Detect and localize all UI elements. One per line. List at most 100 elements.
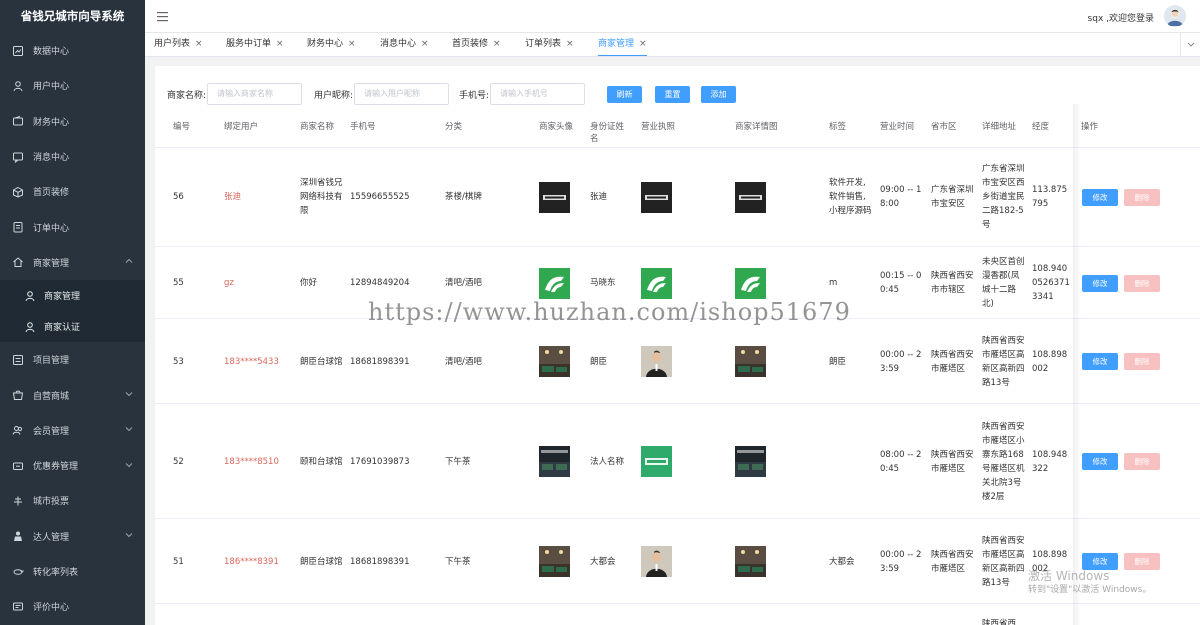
cell-address: 广东省深圳市宝安区西乡街道宝民二路182-5号 [982, 164, 1025, 230]
tab-7[interactable]: 商家管理 × [598, 33, 647, 56]
merchant-detail-image[interactable] [735, 446, 766, 477]
reset-button[interactable]: 重置 [655, 86, 690, 103]
close-icon[interactable]: × [421, 39, 429, 49]
edit-button[interactable]: 修改 [1082, 188, 1118, 206]
sidebar-subitem-1[interactable]: 商家管理 [0, 280, 145, 311]
sidebar-item-12[interactable]: 城市投票 [0, 483, 145, 518]
refresh-button[interactable]: 刷新 [607, 86, 642, 103]
nickname-input[interactable]: 请输入用户昵称 [354, 83, 449, 105]
business-license-image[interactable] [641, 446, 672, 477]
merchant-name-label: 商家名称: [167, 91, 207, 101]
cell-tag: 软件开发,软件销售,小程序源码 [829, 178, 872, 216]
merchant-avatar-image[interactable] [539, 546, 570, 577]
sidebar-item-label: 用户中心 [33, 82, 70, 93]
app-title: 省钱兄城市向导系统 [0, 0, 145, 33]
sidebar-item-8[interactable]: 项目管理 [0, 342, 145, 377]
cell-user[interactable]: gz [224, 276, 294, 290]
edit-button[interactable]: 修改 [1082, 274, 1118, 292]
sidebar-item-label: 转化率列表 [33, 568, 79, 578]
menu-toggle-icon[interactable] [157, 11, 168, 22]
merchant-avatar-image[interactable] [539, 446, 570, 477]
merchant-detail-image[interactable] [735, 181, 766, 213]
sidebar-subitem-2[interactable]: 商家认证 [0, 311, 145, 342]
business-license-image[interactable] [641, 346, 672, 377]
merchant-detail-image[interactable] [735, 546, 766, 577]
cell-user[interactable]: 186****8391 [224, 555, 294, 569]
business-license-image[interactable] [641, 267, 672, 299]
cell-phone: 12894849204 [350, 278, 410, 288]
close-icon[interactable]: × [195, 39, 203, 49]
tab-5[interactable]: 首页装修 × [452, 33, 501, 56]
delete-button[interactable]: 删除 [1124, 274, 1160, 292]
close-icon[interactable]: × [276, 39, 284, 49]
table-row: 陕西省西 [155, 604, 1200, 625]
close-icon[interactable]: × [566, 39, 574, 49]
delete-button[interactable]: 删除 [1124, 553, 1160, 570]
tabs-dropdown[interactable] [1180, 33, 1200, 56]
merchant-detail-image[interactable] [735, 267, 766, 299]
tab-1[interactable]: 用户列表 × [154, 33, 203, 56]
sidebar-item-9[interactable]: 自营商城 [0, 377, 145, 412]
cell-merchant-name: 深圳省钱兄网络科技有限 [300, 178, 343, 216]
sidebar-item-15[interactable]: 评价中心 [0, 589, 145, 624]
sidebar-item-6[interactable]: 订单中心 [0, 209, 145, 244]
sidebar-subitem-label: 商家认证 [44, 323, 81, 334]
wallet-icon [12, 115, 24, 127]
sidebar-item-10[interactable]: 会员管理 [0, 413, 145, 448]
sidebar-item-13[interactable]: 达人管理 [0, 519, 145, 554]
tabs-bar: 用户列表 × 服务中订单 × 财务中心 × 消息中心 × 首页装修 × 订单列表 × 商家管理 × [145, 33, 1200, 57]
delete-button[interactable]: 删除 [1124, 188, 1160, 206]
tab-label: 订单列表 [525, 39, 562, 49]
cell-user[interactable]: 183****8510 [224, 455, 294, 469]
add-button[interactable]: 添加 [701, 86, 736, 103]
phone-input[interactable]: 请输入手机号 [490, 83, 585, 105]
avatar-icon [1167, 9, 1183, 26]
close-icon[interactable]: × [348, 39, 356, 49]
close-icon[interactable]: × [493, 39, 501, 49]
sidebar-item-5[interactable]: 首页装修 [0, 174, 145, 209]
cell-category: 清吧/酒吧 [445, 278, 482, 288]
review-icon [12, 601, 24, 613]
merchant-avatar-image[interactable] [539, 181, 570, 213]
sidebar-item-label: 订单中心 [33, 223, 70, 234]
message-icon [12, 151, 24, 163]
close-icon[interactable]: × [639, 39, 647, 49]
tab-3[interactable]: 财务中心 × [307, 33, 356, 56]
sidebar-item-7[interactable]: 商家管理 [0, 244, 145, 281]
cell-user[interactable]: 183****5433 [224, 355, 294, 369]
cell-region: 陕西省西安市雁塔区 [931, 549, 974, 574]
merchant-avatar-image[interactable] [539, 346, 570, 377]
sidebar-item-11[interactable]: 优惠券管理 [0, 448, 145, 483]
dashboard-icon [12, 45, 24, 57]
tab-label: 首页装修 [452, 39, 489, 49]
merchant-detail-image[interactable] [735, 346, 766, 377]
cell-merchant-name: 朗臣台球馆 [300, 356, 343, 367]
business-license-image[interactable] [641, 546, 672, 577]
tab-4[interactable]: 消息中心 × [380, 33, 429, 56]
chevron-down-icon [1187, 42, 1195, 47]
user-icon [24, 290, 36, 302]
sidebar-item-2[interactable]: 用户中心 [0, 68, 145, 103]
column-header: 商家头像 [539, 122, 574, 132]
merchant-avatar-image[interactable] [539, 267, 570, 299]
edit-button[interactable]: 修改 [1082, 453, 1118, 470]
delete-button[interactable]: 删除 [1124, 453, 1160, 470]
nickname-label: 用户昵称: [314, 91, 354, 101]
merchant-name-input[interactable]: 请输入商家名称 [207, 83, 302, 105]
sidebar-menu: 数据中心用户中心财务中心 消息中心 首页装修订单中心商家管理 商家管理商家认证项目管理… [0, 33, 145, 624]
column-header: 商家详情图 [735, 122, 778, 132]
tab-6[interactable]: 订单列表 × [525, 33, 574, 56]
welcome-text: sqx ,欢迎您登录 [1087, 14, 1154, 24]
sidebar-item-1[interactable]: 数据中心 [0, 33, 145, 68]
tab-2[interactable]: 服务中订单 × [226, 33, 284, 56]
table-row: 56 张迪 深圳省钱兄网络科技有限 15596655525 茶楼/棋牌 张迪 软件开发,软件… [155, 147, 1200, 247]
tab-label: 用户列表 [154, 39, 191, 49]
business-license-image[interactable] [641, 181, 672, 213]
edit-button[interactable]: 修改 [1082, 353, 1118, 370]
sidebar-item-14[interactable]: 转化率列表 [0, 554, 145, 589]
cell-user[interactable]: 张迪 [224, 190, 294, 204]
delete-button[interactable]: 删除 [1124, 353, 1160, 370]
sidebar-item-3[interactable]: 财务中心 [0, 104, 145, 139]
avatar[interactable] [1164, 5, 1186, 27]
sidebar-item-4[interactable]: 消息中心 [0, 139, 145, 174]
